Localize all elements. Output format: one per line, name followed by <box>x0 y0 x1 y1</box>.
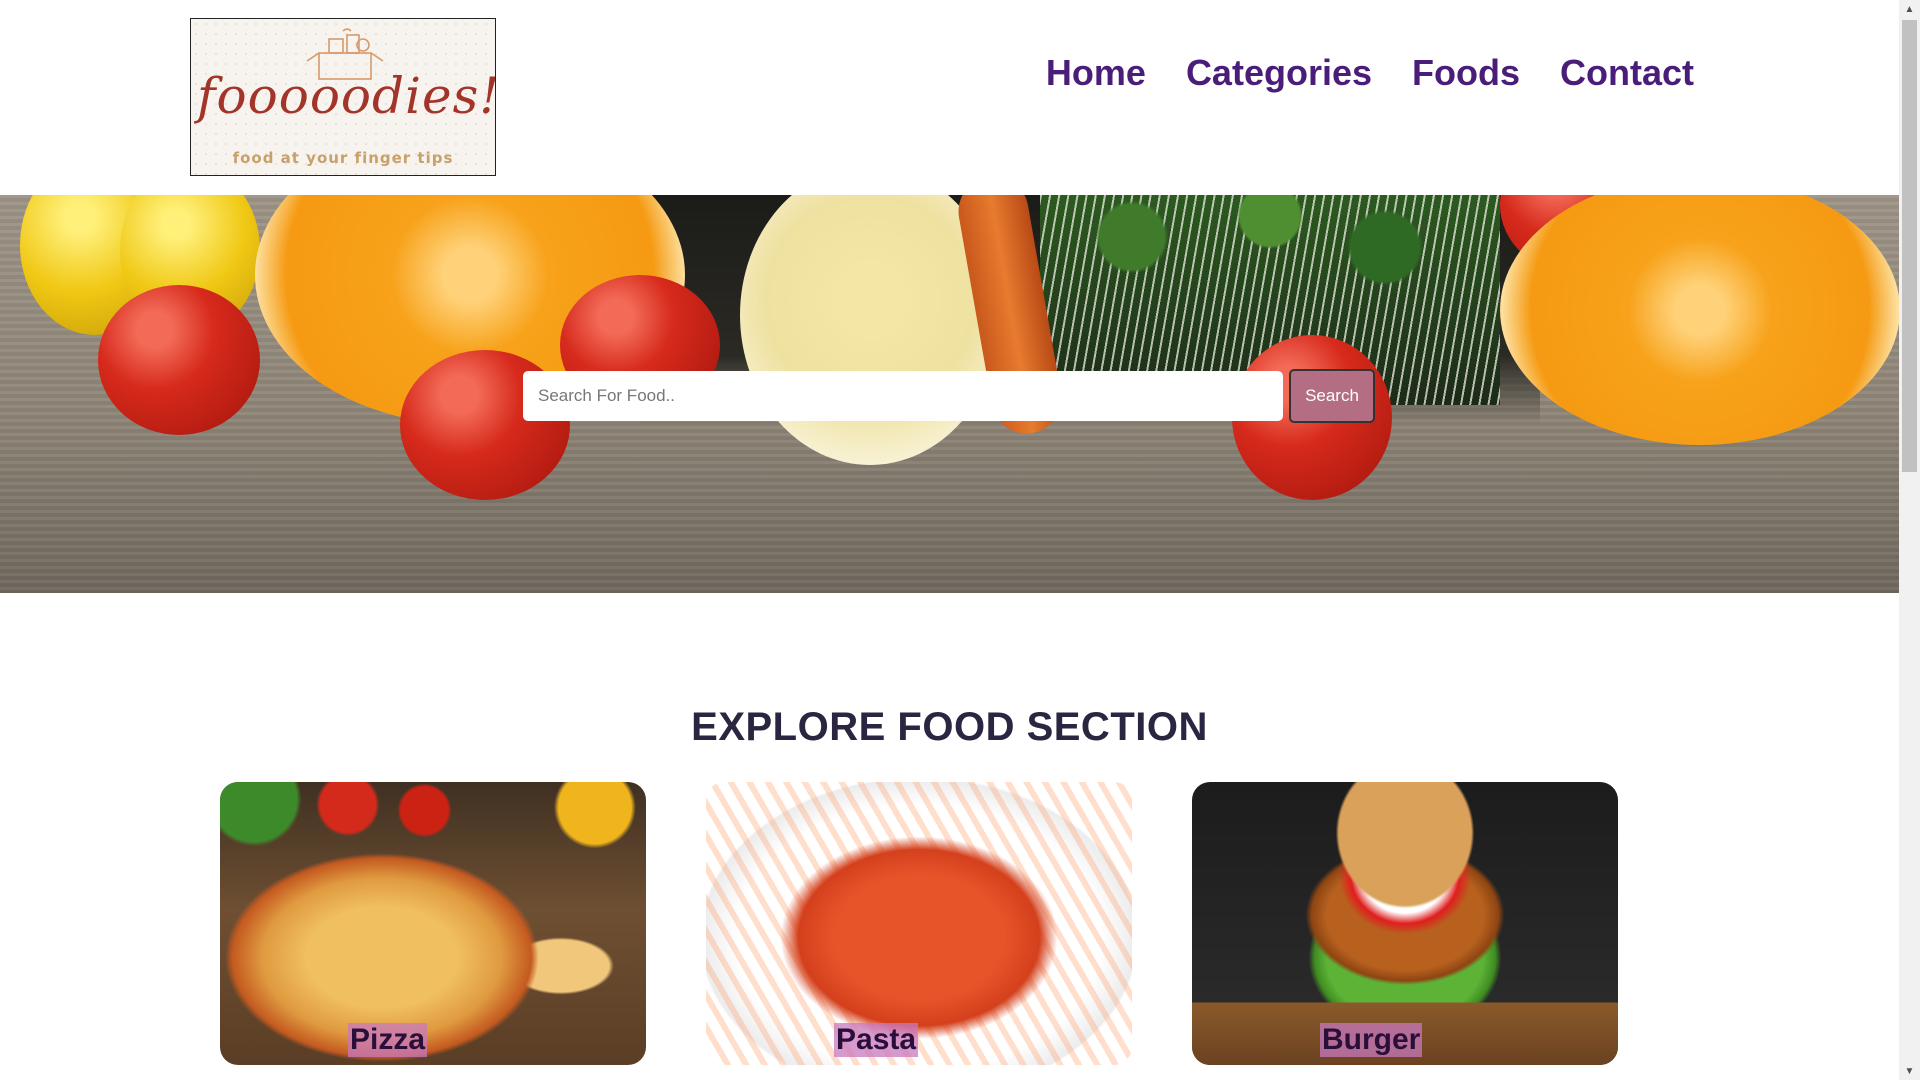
nav-contact[interactable]: Contact <box>1560 52 1694 94</box>
tomato-image <box>98 285 260 435</box>
nav-home[interactable]: Home <box>1046 52 1146 94</box>
category-card-pasta[interactable]: Pasta <box>706 782 1132 1065</box>
card-label: Pasta <box>834 1023 919 1057</box>
site-logo[interactable]: fooooodies!!! food at your finger tips <box>190 18 496 176</box>
scrollbar-thumb[interactable] <box>1902 20 1917 472</box>
food-search-form: Search <box>523 369 1375 423</box>
pizza-image <box>220 782 646 1065</box>
category-card-burger[interactable]: Burger <box>1192 782 1618 1065</box>
scroll-down-arrow-icon[interactable]: ▼ <box>1899 1062 1920 1080</box>
main-nav: Home Categories Foods Contact <box>1046 52 1694 94</box>
nav-foods[interactable]: Foods <box>1412 52 1520 94</box>
explore-section-title: EXPLORE FOOD SECTION <box>691 705 1208 749</box>
page-content: fooooodies!!! food at your finger tips H… <box>0 0 1899 1080</box>
food-search-input[interactable] <box>523 371 1283 421</box>
logo-wordmark: fooooodies!!! <box>197 67 496 125</box>
nav-categories[interactable]: Categories <box>1186 52 1372 94</box>
hero-banner: Search <box>0 195 1899 593</box>
orange-wedge-image <box>1500 195 1899 445</box>
site-header: fooooodies!!! food at your finger tips H… <box>0 0 1899 195</box>
vertical-scrollbar[interactable]: ▲ ▼ <box>1899 0 1920 1080</box>
logo-tagline: food at your finger tips <box>232 149 454 167</box>
food-category-list: Pizza Pasta Burger <box>220 782 1618 1065</box>
scroll-up-arrow-icon[interactable]: ▲ <box>1899 0 1920 18</box>
card-label: Pizza <box>348 1023 428 1057</box>
page: fooooodies!!! food at your finger tips H… <box>0 0 1920 1080</box>
pasta-image <box>706 782 1132 1065</box>
card-label: Burger <box>1320 1023 1423 1057</box>
search-button[interactable]: Search <box>1289 369 1375 423</box>
category-card-pizza[interactable]: Pizza <box>220 782 646 1065</box>
